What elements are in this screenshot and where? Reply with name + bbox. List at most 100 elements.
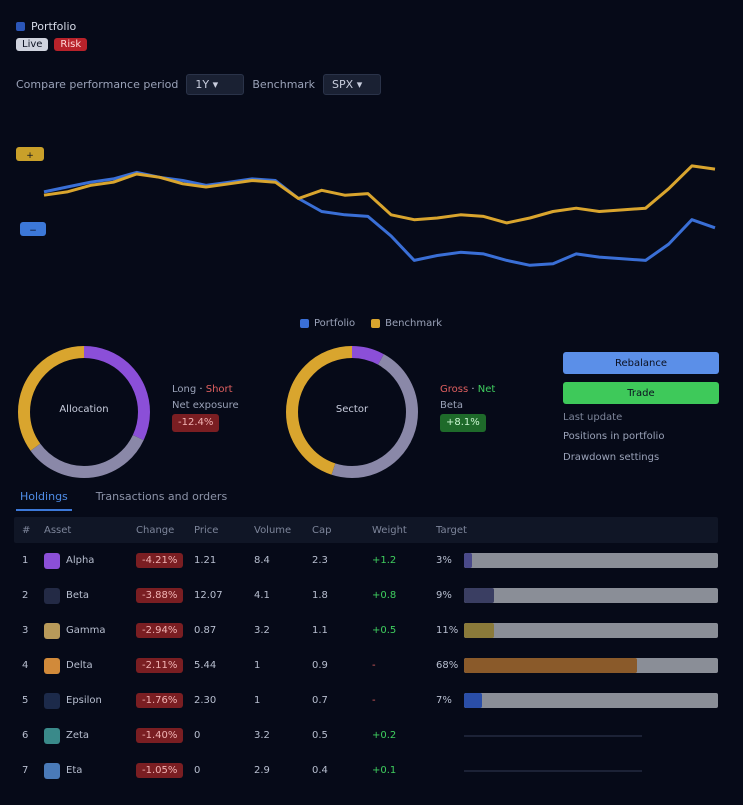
table-row[interactable]: 2 Beta -3.88% 12.07 4.1 1.8 +0.8 9% (14, 578, 718, 613)
holdings-table: # Asset Change Price Volume Cap Weight T… (14, 517, 718, 788)
series-line-portfolio[interactable] (43, 170, 716, 267)
risk-badge: Risk (54, 38, 88, 51)
row-target-pct: 3% (436, 555, 452, 566)
sector-stat1b: Net (477, 384, 496, 395)
target-bar-fill (464, 553, 472, 568)
row-cap: 2.3 (312, 555, 328, 566)
series-line-benchmark[interactable] (43, 164, 716, 225)
sector-stat2-value: +8.1% (440, 414, 486, 432)
legend-benchmark-swatch (371, 319, 381, 328)
row-target-pct: 9% (436, 590, 452, 601)
col-volume[interactable]: Volume (254, 525, 312, 536)
tab-holdings[interactable]: Holdings (16, 486, 72, 511)
change-pill: -1.76% (136, 693, 184, 708)
asset-name: Beta (66, 590, 90, 601)
row-target-bar (464, 588, 718, 603)
row-target-pct: 11% (436, 625, 459, 636)
benchmark-label: Benchmark (252, 78, 316, 91)
allocation-stat1: Long (172, 384, 197, 395)
target-bar-track (464, 553, 718, 568)
row-change: -4.21% (136, 553, 194, 568)
asset-icon (44, 657, 60, 674)
table-body: 1 Alpha -4.21% 1.21 8.4 2.3 +1.2 3% 2 Beta -3.88% 1… (14, 543, 718, 788)
drawdown-settings-link[interactable]: Drawdown settings (563, 452, 719, 463)
row-cap: 0.9 (312, 660, 328, 671)
table-row[interactable]: 4 Delta -2.11% 5.44 1 0.9 - 68% (14, 648, 718, 683)
row-weight: +0.5 (372, 625, 397, 636)
live-pill[interactable]: Live (16, 38, 49, 51)
tab-transactions[interactable]: Transactions and orders (92, 486, 231, 511)
legend-benchmark[interactable]: Benchmark (371, 318, 442, 329)
row-price: 0.87 (194, 625, 217, 636)
row-index: 7 (22, 765, 29, 776)
asset-name: Delta (66, 660, 93, 671)
table-header: # Asset Change Price Volume Cap Weight T… (14, 517, 718, 543)
trade-button[interactable]: Trade (563, 382, 719, 404)
row-weight: - (372, 695, 376, 706)
row-index: 5 (22, 695, 29, 706)
asset-icon (44, 762, 60, 779)
col-target[interactable]: Target (436, 525, 718, 536)
y-badge-bottom-label: − (29, 226, 37, 236)
sector-stats: Gross · Net Beta +8.1% (440, 382, 495, 432)
row-target-pct: 68% (436, 660, 459, 671)
header-line-1: Portfolio (16, 20, 76, 33)
sector-stat1: Gross (440, 384, 469, 395)
empty-bar (464, 734, 642, 737)
legend-portfolio-swatch (300, 319, 309, 328)
target-bar-fill (464, 588, 495, 603)
table-row[interactable]: 5 Epsilon -1.76% 2.30 1 0.7 - 7% (14, 683, 718, 718)
performance-chart[interactable]: + − (10, 118, 735, 338)
period-select[interactable]: 1Y ▾ (186, 74, 245, 95)
row-price: 2.30 (194, 695, 217, 706)
col-asset[interactable]: Asset (44, 525, 136, 536)
benchmark-select[interactable]: SPX ▾ (323, 74, 382, 95)
row-change: -2.11% (136, 658, 194, 673)
row-change: -2.94% (136, 623, 194, 638)
rebalance-button[interactable]: Rebalance (563, 352, 719, 374)
row-asset: Zeta (44, 727, 136, 744)
row-target-bar (464, 693, 718, 708)
chevron-down-icon: ▾ (356, 78, 363, 91)
row-price: 12.07 (194, 590, 223, 601)
performance-chart-svg: + − (16, 147, 716, 267)
table-row[interactable]: 1 Alpha -4.21% 1.21 8.4 2.3 +1.2 3% (14, 543, 718, 578)
legend-portfolio[interactable]: Portfolio (300, 318, 355, 329)
row-target-bar (464, 658, 718, 673)
row-cap: 1.1 (312, 625, 328, 636)
row-asset: Beta (44, 587, 136, 604)
col-index[interactable]: # (14, 525, 44, 536)
legend-portfolio-label: Portfolio (314, 318, 356, 329)
row-price: 5.44 (194, 660, 217, 671)
row-weight: +0.2 (372, 730, 397, 741)
col-price[interactable]: Price (194, 525, 254, 536)
allocation-stat2-value: -12.4% (172, 414, 220, 432)
col-cap[interactable]: Cap (312, 525, 372, 536)
asset-name: Epsilon (66, 695, 102, 706)
table-row[interactable]: 3 Gamma -2.94% 0.87 3.2 1.1 +0.5 11% (14, 613, 718, 648)
row-cap: 0.4 (312, 765, 328, 776)
target-bar-fill (464, 623, 495, 638)
target-bar-track (464, 588, 718, 603)
row-weight: +1.2 (372, 555, 397, 566)
row-target-bar (464, 734, 718, 737)
row-target-bar (464, 623, 718, 638)
row-asset: Epsilon (44, 692, 136, 709)
filter-row: Compare performance period 1Y ▾ Benchmar… (16, 74, 382, 95)
target-bar-track (464, 623, 718, 638)
row-cap: 0.7 (312, 695, 328, 706)
table-row[interactable]: 7 Eta -1.05% 0 2.9 0.4 +0.1 (14, 753, 718, 788)
sector-stat2-label: Beta (440, 400, 464, 411)
header-line-2: Live Risk (16, 38, 88, 51)
row-change: -1.76% (136, 693, 194, 708)
table-row[interactable]: 6 Zeta -1.40% 0 3.2 0.5 +0.2 (14, 718, 718, 753)
row-index: 4 (22, 660, 29, 671)
benchmark-select-value: SPX (332, 78, 354, 91)
target-bar-fill (464, 658, 637, 673)
col-weight[interactable]: Weight (372, 525, 436, 536)
change-pill: -4.21% (136, 553, 184, 568)
row-index: 2 (22, 590, 29, 601)
col-change[interactable]: Change (136, 525, 194, 536)
row-index: 3 (22, 625, 29, 636)
row-asset: Gamma (44, 622, 136, 639)
